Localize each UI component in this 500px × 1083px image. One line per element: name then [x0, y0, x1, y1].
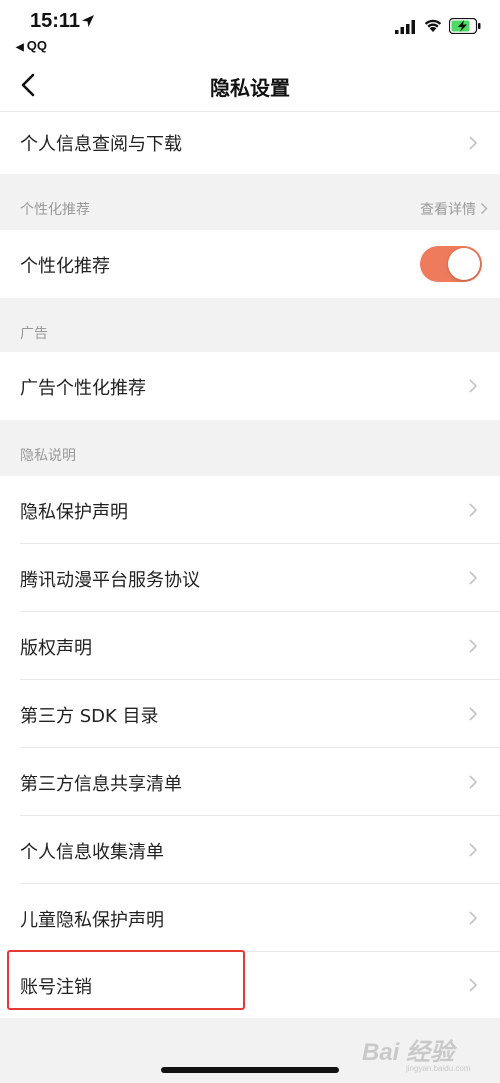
row-label: 广告个性化推荐 [20, 378, 146, 399]
location-arrow-icon [82, 15, 94, 27]
row-label: 第三方 SDK 目录 [20, 706, 159, 727]
view-details-link[interactable]: 查看详情 [420, 199, 476, 219]
cellular-signal-icon [395, 20, 415, 34]
row-ad-personalization[interactable]: 广告个性化推荐 [0, 352, 500, 420]
back-triangle-icon: ◀ [16, 42, 24, 53]
watermark-subtext: jingyan.baidu.com [406, 1064, 471, 1073]
battery-charging-icon [449, 18, 481, 34]
wifi-icon [424, 19, 442, 32]
toggle-knob [448, 248, 480, 280]
row-service-agreement[interactable]: 腾讯动漫平台服务协议 [0, 544, 500, 612]
chevron-right-icon [469, 503, 478, 517]
watermark-text: Bai 经验 [362, 1039, 455, 1066]
chevron-right-icon [469, 379, 478, 393]
baidu-watermark: Bai 经验 jingyan.baidu.com [362, 1030, 492, 1076]
chevron-right-icon [469, 571, 478, 585]
chevron-right-icon [469, 843, 478, 857]
row-label: 个人信息查阅与下载 [20, 134, 182, 155]
section-privacy-notes: 隐私说明 [0, 420, 500, 476]
section-ads: 广告 [0, 298, 500, 352]
row-label: 儿童隐私保护声明 [20, 910, 164, 931]
row-info-collection[interactable]: 个人信息收集清单 [0, 816, 500, 884]
status-time: 15:11 [30, 10, 81, 32]
status-bar: 15:11 ◀ QQ [0, 0, 500, 58]
navigation-bar: 隐私设置 [0, 58, 500, 112]
chevron-right-icon [481, 203, 488, 214]
chevron-right-icon [469, 775, 478, 789]
chevron-right-icon [469, 136, 478, 150]
section-personalization: 个性化推荐 查看详情 [0, 174, 500, 230]
personalized-recommendation-toggle[interactable] [420, 246, 482, 282]
back-app-label: QQ [26, 38, 47, 53]
row-privacy-statement[interactable]: 隐私保护声明 [0, 476, 500, 544]
back-to-app-link[interactable]: ◀ QQ [16, 38, 47, 53]
row-personal-info[interactable]: 个人信息查阅与下载 [0, 112, 500, 174]
page-title: 隐私设置 [210, 76, 290, 100]
section-label: 个性化推荐 [20, 202, 90, 218]
row-personalized-recommendation: 个性化推荐 [0, 230, 500, 298]
row-copyright[interactable]: 版权声明 [0, 612, 500, 680]
highlight-annotation-box [7, 950, 245, 1010]
chevron-right-icon [469, 978, 478, 992]
row-label: 腾讯动漫平台服务协议 [20, 570, 200, 591]
row-child-privacy[interactable]: 儿童隐私保护声明 [0, 884, 500, 952]
chevron-right-icon [469, 911, 478, 925]
home-indicator[interactable] [161, 1067, 339, 1073]
row-label: 版权声明 [20, 638, 92, 659]
row-label: 第三方信息共享清单 [20, 774, 182, 795]
chevron-right-icon [469, 707, 478, 721]
row-sdk-list[interactable]: 第三方 SDK 目录 [0, 680, 500, 748]
row-label: 个人信息收集清单 [20, 842, 164, 863]
section-label: 广告 [20, 326, 48, 342]
row-label: 个性化推荐 [20, 256, 110, 277]
section-label: 隐私说明 [20, 448, 76, 464]
row-label: 隐私保护声明 [20, 502, 128, 523]
chevron-right-icon [469, 639, 478, 653]
row-third-party-share[interactable]: 第三方信息共享清单 [0, 748, 500, 816]
